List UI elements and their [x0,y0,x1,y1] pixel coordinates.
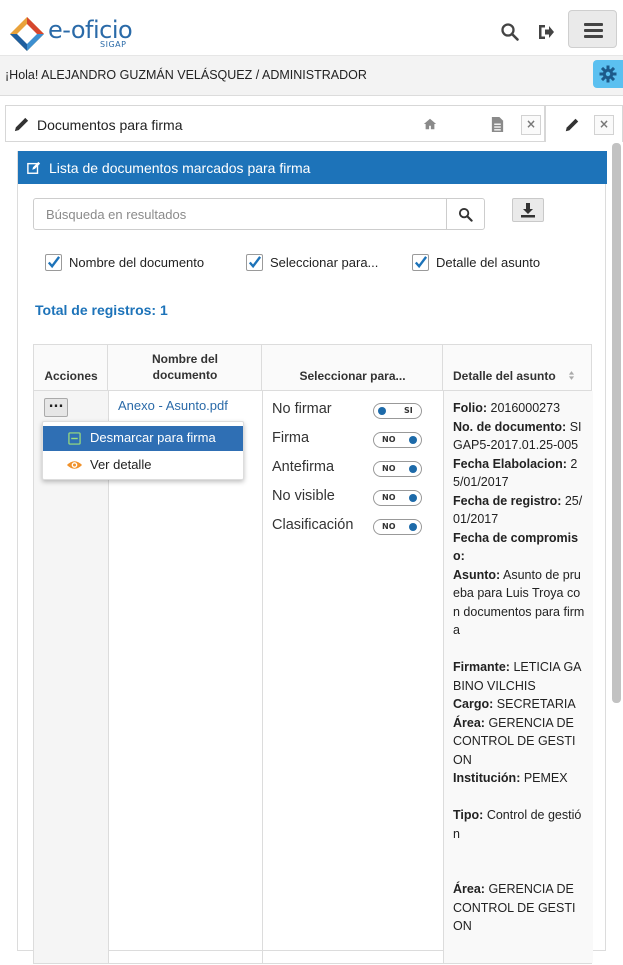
document-icon[interactable] [490,116,505,133]
greeting-bar: ¡Hola! ALEJANDRO GUZMÁN VELÁSQUEZ / ADMI… [0,56,623,96]
toggle-switch[interactable]: NO [373,461,422,477]
option-label: Firma [272,430,310,446]
toggle-text: SI [404,406,413,415]
tab-edit[interactable]: × [545,105,623,142]
document-link[interactable]: Anexo - Asunto.pdf [118,398,228,413]
pencil-icon [565,118,579,132]
menu-item-desmarcar[interactable]: Desmarcar para firma [43,426,243,451]
panel-header: Lista de documentos marcados para firma [18,151,607,184]
column-header-detalle[interactable]: Detalle del asunto [443,345,591,391]
column-header-nombre: Nombre del documento [108,345,262,391]
search-icon [458,207,473,222]
pencil-icon [14,117,29,132]
close-tab-button[interactable]: × [594,115,614,135]
toggle-switch[interactable]: SI [373,403,422,419]
home-icon[interactable] [423,117,437,131]
column-header-acciones: Acciones [34,345,108,391]
actions-dropdown-menu: Desmarcar para firma Ver detalle [42,421,244,480]
toggle-text: NO [382,435,396,444]
checkmark-icon [248,256,262,269]
total-records: Total de registros: 1 [35,302,168,318]
checkbox-box[interactable] [45,254,62,271]
download-icon [521,203,535,218]
menu-item-label: Ver detalle [90,457,152,472]
sort-icon[interactable] [568,370,575,381]
checkbox-box[interactable] [412,254,429,271]
toggle-text: NO [382,493,396,502]
greeting-text: ¡Hola! ALEJANDRO GUZMÁN VELÁSQUEZ / ADMI… [5,68,367,82]
checkbox-box[interactable] [246,254,263,271]
search-icon[interactable] [500,22,520,42]
page-scrollbar[interactable] [612,143,621,703]
option-label: Antefirma [272,459,335,475]
menu-item-ver-detalle[interactable]: Ver detalle [43,453,243,477]
toggle-switch[interactable]: NO [373,432,422,448]
logout-icon[interactable] [536,22,556,42]
menu-item-label: Desmarcar para firma [90,430,216,445]
checkbox-label: Detalle del asunto [436,255,541,270]
checkmark-icon [47,256,61,269]
toggle-text: NO [382,464,396,473]
toggle-switch[interactable]: NO [373,519,422,535]
logo-subtext: SIGAP [100,40,127,49]
option-label: No firmar [272,401,332,417]
tab-title: Documentos para firma [37,117,183,133]
column-header-seleccionar: Seleccionar para... [262,345,443,391]
eye-icon [66,461,83,469]
toggle-text: NO [382,522,396,531]
logo-icon [10,17,44,51]
documents-panel: Lista de documentos marcados para firma … [17,151,607,964]
panel-title: Lista de documentos marcados para firma [49,160,311,176]
search-input[interactable] [33,198,447,230]
option-label: No visible [272,488,335,504]
checkbox-label: Nombre del documento [69,255,205,270]
checkmark-icon [414,256,428,269]
toggle-switch[interactable]: NO [373,490,422,506]
gear-icon [599,65,617,83]
tab-bar: Documentos para firma × × [0,105,623,142]
edit-square-icon [27,161,41,174]
tab-documentos-para-firma[interactable]: Documentos para firma × [5,105,545,142]
checkbox-label: Seleccionar para... [270,255,379,270]
option-label: Clasificación [272,517,354,533]
settings-button[interactable] [593,60,623,88]
search-button[interactable] [446,198,485,230]
actions-menu-button[interactable]: ... [44,397,68,417]
subject-detail: Folio: 2016000273 No. de documento: SIGA… [453,401,585,933]
close-tab-button[interactable]: × [521,115,541,135]
top-header: e-oficio SIGAP [0,0,623,56]
hamburger-menu-button[interactable] [568,10,617,48]
minus-square-icon [68,432,81,445]
download-button[interactable] [512,198,544,222]
